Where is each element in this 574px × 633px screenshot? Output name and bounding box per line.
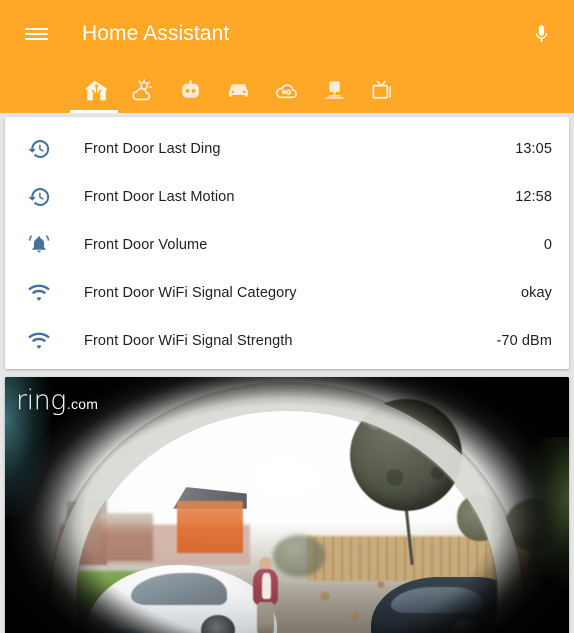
camera-shrub-right (457, 495, 501, 541)
camera-house-mid (101, 513, 153, 561)
app-bar-top-row: Home Assistant (0, 0, 574, 68)
front-door-camera-feed[interactable]: ring .com (5, 377, 569, 633)
camera-person-legs (257, 602, 274, 633)
camera-dark-car-taillight (503, 610, 517, 619)
camera-round-tree (350, 399, 462, 511)
tab-media[interactable] (358, 68, 406, 113)
home-assistant-app: Home Assistant Front Door Last Ding 13:0… (0, 0, 574, 633)
view-tabs (0, 68, 574, 113)
entity-row-front-door-volume[interactable]: Front Door Volume 0 (5, 221, 569, 269)
app-bar: Home Assistant (0, 0, 574, 113)
hamburger-menu-icon[interactable] (12, 10, 60, 58)
entity-row-front-door-last-motion[interactable]: Front Door Last Motion 12:58 (5, 173, 569, 221)
entity-value: okay (520, 285, 552, 301)
menu-bar-3 (24, 38, 48, 41)
entity-row-front-door-last-ding[interactable]: Front Door Last Ding 13:05 (5, 125, 569, 173)
tab-car[interactable] (214, 68, 262, 113)
tab-home[interactable] (70, 68, 118, 113)
history-clock-icon (27, 183, 67, 211)
entity-value: -70 dBm (496, 333, 552, 349)
wifi-icon (27, 279, 67, 307)
tab-computer[interactable] (310, 68, 358, 113)
menu-bar-2 (24, 32, 48, 36)
entity-value: 13:05 (515, 141, 552, 157)
entity-name: Front Door Last Ding (84, 141, 221, 157)
camera-shrub-far-right (505, 499, 563, 551)
entity-row-front-door-wifi-signal-category[interactable]: Front Door WiFi Signal Category okay (5, 269, 569, 317)
menu-bar-1 (24, 27, 48, 30)
tab-weather[interactable] (118, 68, 166, 113)
camera-person-shirt (262, 573, 271, 599)
entities-card: Front Door Last Ding 13:05 Front Door La… (5, 117, 569, 369)
tab-cloud[interactable] (262, 68, 310, 113)
camera-brick-garage (177, 501, 243, 553)
entity-name: Front Door Last Motion (84, 189, 235, 205)
entity-name: Front Door WiFi Signal Strength (84, 333, 293, 349)
camera-dark-car-windows (391, 587, 483, 613)
microphone-icon[interactable] (520, 13, 562, 55)
main-content: Front Door Last Ding 13:05 Front Door La… (0, 113, 574, 633)
active-tab-indicator (70, 110, 118, 113)
wifi-icon (27, 327, 67, 355)
entity-value: 12:58 (515, 189, 552, 205)
entity-row-front-door-wifi-signal-strength[interactable]: Front Door WiFi Signal Strength -70 dBm (5, 317, 569, 365)
entity-name: Front Door WiFi Signal Category (84, 285, 297, 301)
history-clock-icon (27, 135, 67, 163)
page-title: Home Assistant (82, 22, 230, 45)
entity-value: 0 (543, 237, 552, 253)
camera-card[interactable]: ring .com (5, 377, 569, 633)
entity-name: Front Door Volume (84, 237, 208, 253)
tab-automation[interactable] (166, 68, 214, 113)
camera-person (251, 557, 281, 633)
bell-ring-icon (27, 231, 67, 259)
